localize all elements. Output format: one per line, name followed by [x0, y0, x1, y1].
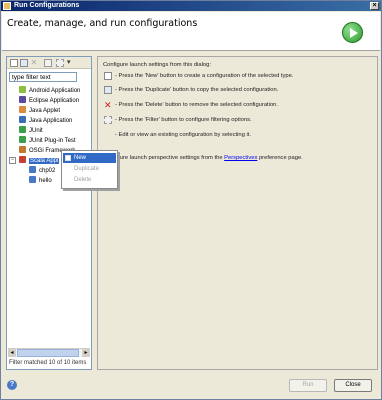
junit-icon	[19, 126, 26, 133]
tree-item-label: JUnit Plug-in Test	[29, 138, 76, 144]
help-line-edit: - Edit or view an existing configuration…	[115, 132, 251, 138]
help-line-filter: - Press the 'Filter' button to configure…	[115, 117, 252, 123]
filter-status: Filter matched 10 of 10 items	[9, 360, 87, 366]
scroll-left-icon[interactable]: ◂	[8, 349, 16, 357]
run-icon	[342, 22, 363, 43]
collapse-all-icon[interactable]	[44, 59, 52, 67]
tree-item-label: hello	[39, 178, 52, 184]
context-menu-label: New	[74, 155, 87, 161]
java-app-icon	[19, 116, 26, 123]
scala-icon	[19, 156, 26, 163]
tree-item-java-applet[interactable]: Java Applet	[19, 106, 60, 114]
junit-plugin-icon	[19, 136, 26, 143]
configuration-tree-panel: ✕ ▾ Android Application Eclipse Applicat…	[6, 56, 92, 370]
tree-item-junit[interactable]: JUnit	[19, 126, 43, 134]
help-line-delete: - Press the 'Delete' button to remove th…	[115, 102, 279, 108]
eclipse-icon	[19, 96, 26, 103]
perspective-text: Configure launch perspective settings fr…	[103, 155, 303, 161]
delete-icon: ✕	[104, 100, 112, 110]
scrollbar-thumb[interactable]	[17, 349, 79, 357]
help-line-new: - Press the 'New' button to create a con…	[115, 73, 294, 79]
tree-item-junit-plugin-test[interactable]: JUnit Plug-in Test	[19, 136, 76, 144]
new-config-icon	[65, 155, 71, 161]
tree-item-label: Java Applet	[29, 108, 61, 114]
filter-icon[interactable]	[56, 59, 64, 67]
intro-text: Configure launch settings from this dial…	[103, 62, 211, 68]
duplicate-icon	[104, 86, 112, 94]
help-line-duplicate: - Press the 'Duplicate' button to copy t…	[115, 87, 279, 93]
tree-item-label: Java Application	[29, 118, 73, 124]
scala-config-icon	[29, 166, 36, 173]
tree-item-label: Android Application	[29, 88, 81, 94]
title-bar: Run Configurations ×	[1, 1, 381, 11]
tree-item-label: chp02	[39, 168, 56, 174]
tree-item-label: Eclipse Application	[29, 98, 80, 104]
context-menu: New Duplicate Delete	[61, 150, 118, 189]
tree-item-java-application[interactable]: Java Application	[19, 116, 72, 124]
new-config-icon	[104, 72, 112, 80]
tree-item-android-application[interactable]: Android Application	[19, 86, 80, 94]
context-menu-duplicate[interactable]: Duplicate	[63, 164, 116, 174]
scroll-right-icon[interactable]: ▸	[82, 349, 90, 357]
new-config-icon[interactable]	[10, 59, 18, 67]
dropdown-menu-icon[interactable]: ▾	[67, 59, 75, 67]
window-icon	[3, 2, 11, 10]
collapse-icon[interactable]: −	[9, 157, 16, 164]
tree-item-hello[interactable]: hello	[29, 176, 52, 184]
tree-item-scala-application[interactable]: − Scala Appl	[9, 156, 60, 164]
window-title: Run Configurations	[14, 2, 80, 9]
run-configurations-window: Run Configurations × Create, manage, and…	[0, 0, 382, 400]
tree-toolbar: ✕ ▾	[7, 57, 91, 69]
close-button[interactable]: Close	[334, 379, 372, 392]
context-menu-new[interactable]: New	[63, 153, 116, 163]
context-menu-label: Delete	[74, 177, 92, 183]
applet-icon	[19, 106, 26, 113]
tree-item-label: Scala Appl	[29, 158, 60, 164]
run-button[interactable]: Run	[289, 379, 327, 392]
osgi-icon	[19, 146, 26, 153]
filter-input[interactable]	[9, 72, 77, 82]
filter-icon	[104, 116, 112, 124]
help-icon[interactable]: ?	[7, 380, 17, 390]
banner-title: Create, manage, and run configurations	[7, 18, 198, 29]
window-close-button[interactable]: ×	[370, 2, 379, 10]
perspective-prefix: Configure launch perspective settings fr…	[103, 155, 225, 161]
delete-icon[interactable]: ✕	[30, 59, 38, 67]
perspective-suffix: preference page.	[257, 155, 303, 161]
horizontal-scrollbar[interactable]: ◂ ▸	[8, 348, 90, 357]
tree-item-label: JUnit	[29, 128, 43, 134]
context-menu-label: Duplicate	[74, 166, 100, 172]
duplicate-icon[interactable]	[20, 59, 28, 67]
scala-config-icon	[29, 176, 36, 183]
configuration-details-panel: Configure launch settings from this dial…	[97, 56, 378, 370]
tree-item-eclipse-application[interactable]: Eclipse Application	[19, 96, 79, 104]
context-menu-delete[interactable]: Delete	[63, 175, 116, 185]
android-icon	[19, 86, 26, 93]
tree-item-chp02[interactable]: chp02	[29, 166, 55, 174]
perspectives-link[interactable]: Perspectives	[224, 155, 257, 161]
banner: Create, manage, and run configurations	[2, 12, 380, 51]
